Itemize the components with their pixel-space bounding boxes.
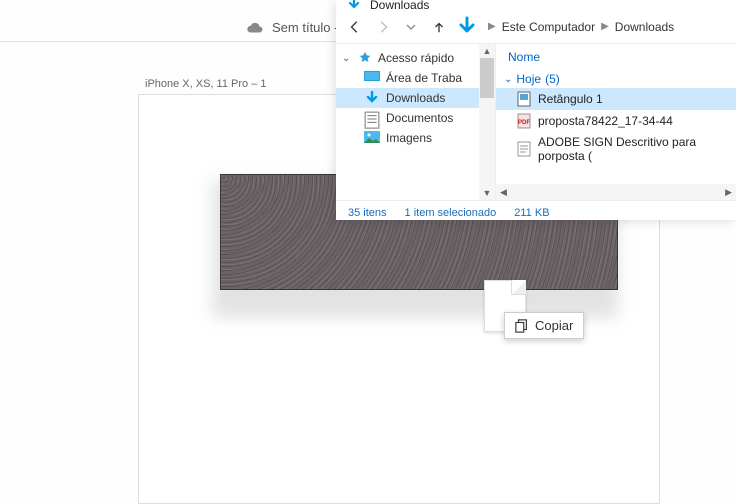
nav-recent-dropdown[interactable]: [400, 16, 422, 38]
nav-up-button[interactable]: [428, 16, 450, 38]
breadcrumb-pc[interactable]: Este Computador: [502, 20, 595, 34]
explorer-status-bar: 35 itens 1 item selecionado 211 KB: [336, 200, 736, 224]
explorer-file-list: Nome ⌄ Hoje (5) Retângulo 1 PDF proposta…: [496, 44, 736, 200]
status-size: 211 KB: [514, 207, 549, 219]
breadcrumb[interactable]: ▶ Este Computador ▶ Downloads: [484, 20, 674, 34]
status-selected: 1 item selecionado: [405, 207, 497, 219]
horizontal-scrollbar[interactable]: ◀ ▶: [496, 184, 736, 200]
file-row[interactable]: Retângulo 1: [496, 88, 736, 110]
image-icon: [364, 131, 380, 145]
explorer-toolbar: ▶ Este Computador ▶ Downloads: [336, 10, 736, 44]
column-header-name[interactable]: Nome: [496, 48, 736, 66]
download-arrow-icon: [346, 0, 362, 13]
tab-title: Sem título -: [272, 20, 338, 35]
copy-icon: [515, 319, 529, 333]
sidebar-item-documents[interactable]: Documentos: [336, 108, 495, 128]
file-explorer-window: Downloads ▶ Este Computador ▶ Downloads …: [336, 0, 736, 220]
sidebar-label: Downloads: [386, 91, 445, 105]
scroll-down-icon[interactable]: ▼: [483, 188, 492, 198]
nav-back-button[interactable]: [344, 16, 366, 38]
file-row[interactable]: PDF proposta78422_17-34-44: [496, 110, 736, 132]
explorer-sidebar: ⌄ Acesso rápido Área de Traba Downloads …: [336, 44, 496, 200]
copy-label: Copiar: [535, 318, 573, 333]
window-title: Downloads: [370, 0, 429, 12]
drag-copy-tooltip: Copiar: [504, 312, 584, 339]
chevron-down-icon: ⌄: [342, 53, 352, 64]
group-today[interactable]: ⌄ Hoje (5): [496, 66, 736, 88]
scrollbar-thumb[interactable]: [480, 58, 494, 98]
svg-text:PDF: PDF: [518, 120, 530, 126]
cloud-icon: [246, 22, 264, 34]
scroll-left-icon[interactable]: ◀: [496, 187, 511, 198]
pdf-file-icon: PDF: [516, 113, 532, 129]
file-name: Retângulo 1: [538, 92, 603, 106]
quick-access-label: Acesso rápido: [378, 51, 454, 65]
document-tab[interactable]: Sem título -: [246, 20, 338, 35]
file-name: proposta78422_17-34-44: [538, 114, 673, 128]
sidebar-label: Documentos: [386, 111, 453, 125]
breadcrumb-folder[interactable]: Downloads: [615, 20, 674, 34]
location-download-icon: [456, 16, 478, 38]
sidebar-item-downloads[interactable]: Downloads: [336, 88, 495, 108]
sidebar-scrollbar[interactable]: ▲ ▼: [479, 44, 495, 200]
nav-forward-button[interactable]: [372, 16, 394, 38]
image-file-icon: [516, 91, 532, 107]
chevron-down-icon: ⌄: [504, 74, 512, 85]
download-arrow-icon: [364, 91, 380, 105]
file-name: ADOBE SIGN Descritivo para porposta (: [538, 135, 728, 163]
desktop-icon: [364, 71, 380, 85]
explorer-titlebar[interactable]: Downloads: [336, 0, 736, 10]
status-item-count: 35 itens: [348, 207, 387, 219]
sidebar-label: Área de Traba: [386, 71, 462, 85]
chevron-right-icon: ▶: [597, 21, 613, 32]
text-file-icon: [516, 141, 532, 157]
sidebar-quick-access[interactable]: ⌄ Acesso rápido: [336, 48, 495, 68]
file-row[interactable]: ADOBE SIGN Descritivo para porposta (: [496, 132, 736, 166]
document-icon: [364, 111, 380, 125]
scroll-right-icon[interactable]: ▶: [721, 187, 736, 198]
pin-star-icon: [358, 51, 372, 65]
sidebar-label: Imagens: [386, 131, 432, 145]
chevron-right-icon: ▶: [484, 21, 500, 32]
sidebar-item-desktop[interactable]: Área de Traba: [336, 68, 495, 88]
scroll-up-icon[interactable]: ▲: [483, 46, 492, 56]
sidebar-item-pictures[interactable]: Imagens: [336, 128, 495, 148]
group-label: Hoje: [516, 72, 541, 86]
group-count: (5): [545, 72, 560, 86]
artboard-label[interactable]: iPhone X, XS, 11 Pro – 1: [145, 78, 266, 90]
